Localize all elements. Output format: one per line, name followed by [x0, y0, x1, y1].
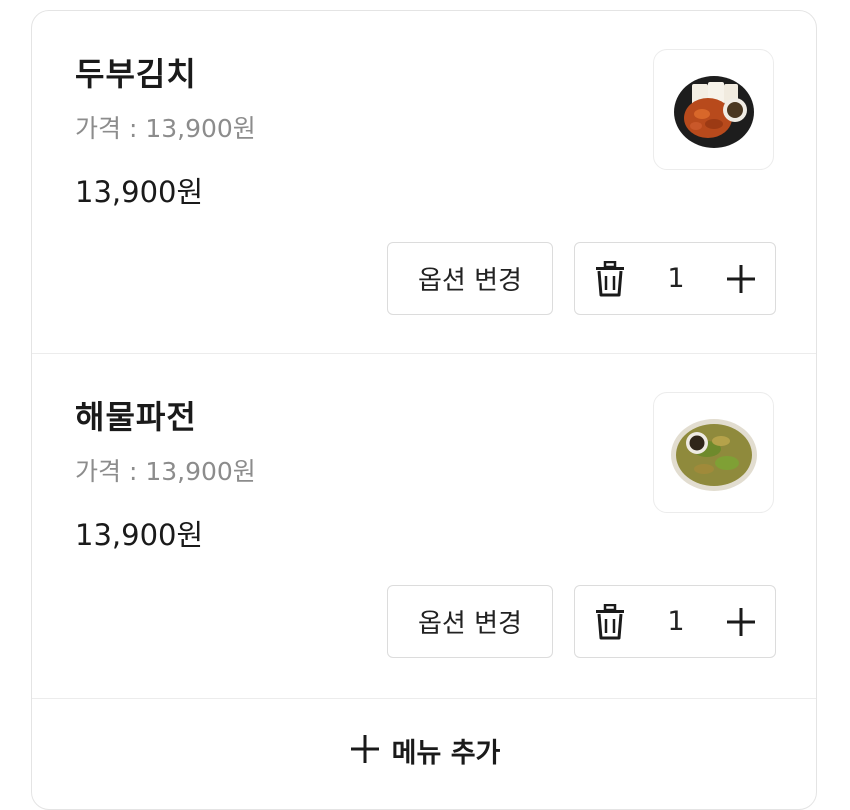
plus-icon	[350, 735, 379, 763]
trash-icon[interactable]	[593, 261, 627, 297]
cart-item: 두부김치 가격 : 13,900원 13,900원 옵션 변경 1	[32, 11, 816, 354]
item-thumbnail[interactable]	[653, 392, 774, 513]
item-name: 두부김치	[75, 55, 197, 93]
trash-icon[interactable]	[593, 604, 627, 640]
item-unit-price: 가격 : 13,900원	[75, 114, 256, 143]
quantity-stepper: 1	[574, 242, 776, 315]
plus-icon[interactable]	[725, 263, 757, 295]
quantity-stepper: 1	[574, 585, 776, 658]
tofu-kimchi-dish-icon	[673, 75, 754, 148]
item-total-price: 13,900원	[75, 518, 204, 552]
quantity-value: 1	[667, 263, 685, 294]
item-thumbnail[interactable]	[653, 49, 774, 170]
quantity-value: 1	[667, 606, 685, 637]
change-option-button[interactable]: 옵션 변경	[387, 585, 553, 658]
add-menu-label: 메뉴 추가	[391, 738, 501, 769]
item-unit-price: 가격 : 13,900원	[75, 457, 256, 486]
seafood-pancake-dish-icon	[670, 418, 757, 491]
cart-card: 두부김치 가격 : 13,900원 13,900원 옵션 변경 1 해물파전 가…	[31, 10, 817, 810]
plus-icon[interactable]	[725, 606, 757, 638]
change-option-button[interactable]: 옵션 변경	[387, 242, 553, 315]
item-total-price: 13,900원	[75, 175, 204, 209]
item-name: 해물파전	[75, 398, 197, 436]
cart-item: 해물파전 가격 : 13,900원 13,900원 옵션 변경 1	[32, 354, 816, 699]
